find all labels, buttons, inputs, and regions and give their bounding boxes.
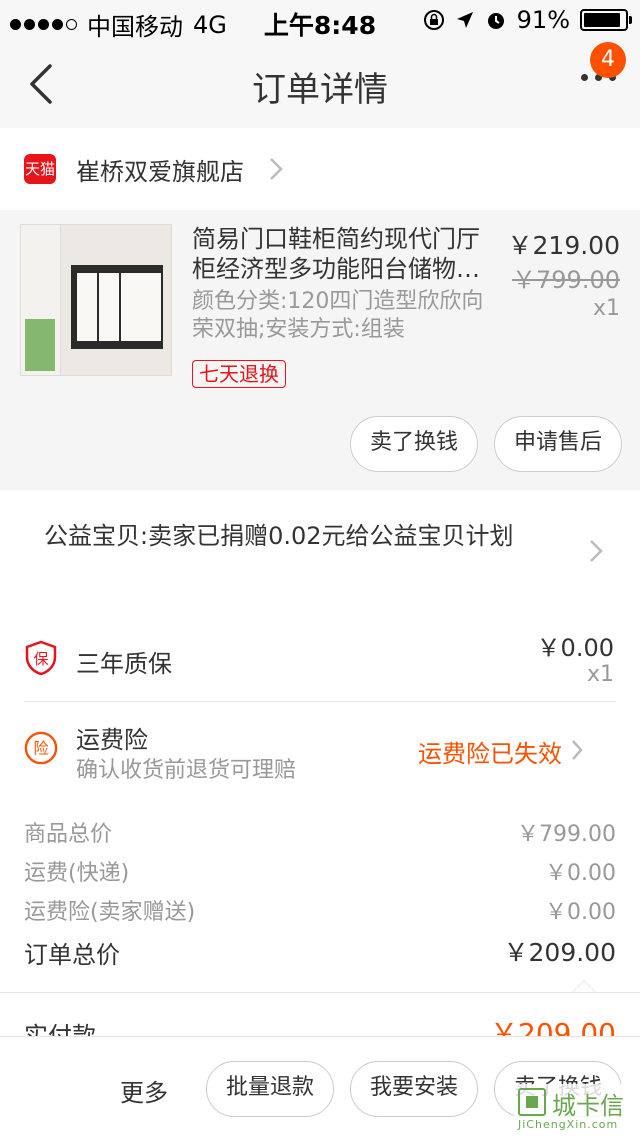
order-total-row: 订单总价 ￥209.00 (0, 927, 640, 973)
insurance-icon: 险 (24, 731, 58, 765)
watermark-logo-icon (518, 1088, 546, 1116)
insurance-icon-char: 险 (33, 740, 48, 758)
product-title[interactable]: 简易门口鞋柜简约现代门厅 柜经济型多功能阳台储物… (192, 224, 492, 284)
chevron-right-icon (572, 740, 583, 760)
shop-row[interactable]: 天猫 崔桥双爱旗舰店 (0, 128, 640, 210)
divider (0, 992, 640, 993)
summary-value: ￥0.00 (545, 900, 616, 925)
watermark-cn: 城卡信 (552, 1092, 624, 1120)
charity-text: 公益宝贝:卖家已捐赠0.02元给公益宝贝计划 (44, 522, 514, 550)
product-sku: 颜色分类:120四门造型欣欣向荣双抽;安装方式:组装 (192, 289, 484, 342)
summary-row: 运费(快递) ￥0.00 (0, 849, 640, 888)
order-total-label: 订单总价 (24, 941, 120, 969)
product-title-line1: 简易门口鞋柜简约现代门厅 (192, 225, 480, 253)
summary-row: 商品总价 ￥799.00 (0, 810, 640, 849)
return-policy-tag: 七天退换 (192, 360, 286, 388)
install-button[interactable]: 我要安装 (350, 1061, 478, 1117)
warranty-price: ￥0.00 (536, 634, 614, 662)
charity-row[interactable]: 公益宝贝:卖家已捐赠0.02元给公益宝贝计划 (0, 490, 640, 600)
summary-value: ￥799.00 (517, 822, 616, 847)
page-title: 订单详情 (252, 70, 388, 110)
warranty-label: 三年质保 (76, 650, 172, 678)
after-sale-button[interactable]: 申请售后 (494, 416, 622, 472)
shipping-insurance-row[interactable]: 险 运费险 确认收货前退货可理赔 运费险已失效 (0, 704, 640, 800)
alarm-icon (487, 13, 504, 29)
insurance-label: 运费险 (76, 726, 148, 754)
product-title-line2: 柜经济型多功能阳台储物… (192, 255, 480, 283)
item-price: ￥219.00 (507, 231, 620, 260)
item-quantity: x1 (592, 296, 620, 321)
status-bar: 中国移动 4G 上午8:48 91% (0, 0, 640, 41)
summary-label: 运费(快递) (24, 861, 130, 886)
product-image[interactable] (20, 224, 172, 376)
notification-badge: 4 (590, 42, 626, 78)
navigation-bar: 订单详情 4 (0, 40, 640, 128)
divider (24, 701, 616, 702)
rotation-lock-icon (423, 10, 444, 30)
sell-button[interactable]: 卖了换钱 (350, 416, 478, 472)
tmall-logo: 天猫 (24, 154, 56, 184)
shield-icon: 保 (25, 640, 57, 676)
item-original-price: ￥799.00 (512, 266, 620, 294)
battery-percent: 91% (516, 6, 570, 34)
warranty-quantity: x1 (586, 662, 614, 687)
summary-label: 商品总价 (24, 822, 113, 847)
batch-refund-button[interactable]: 批量退款 (206, 1061, 334, 1117)
warranty-icon-char: 保 (33, 650, 48, 668)
more-actions-button[interactable]: 更多 (120, 1073, 168, 1108)
chevron-right-icon (590, 540, 603, 562)
shop-name: 崔桥双爱旗舰店 (76, 158, 244, 186)
order-item[interactable]: 简易门口鞋柜简约现代门厅 柜经济型多功能阳台储物… 颜色分类:120四门造型欣欣… (0, 210, 640, 490)
warranty-row[interactable]: 保 三年质保 ￥0.00 x1 (0, 610, 640, 702)
summary-label: 运费险(卖家赠送) (24, 900, 196, 925)
battery-icon (580, 9, 632, 31)
site-watermark: 城卡信 JiChengXin.com (514, 1084, 632, 1132)
chevron-right-icon (270, 158, 283, 180)
watermark-en: JiChengXin.com (518, 1118, 619, 1131)
insurance-subtitle: 确认收货前退货可理赔 (76, 758, 297, 783)
caret-up-icon (572, 980, 596, 992)
price-summary: 商品总价 ￥799.00 运费(快递) ￥0.00 运费险(卖家赠送) ￥0.0… (0, 810, 640, 973)
summary-row: 运费险(卖家赠送) ￥0.00 (0, 888, 640, 927)
summary-value: ￥0.00 (545, 861, 616, 886)
order-total-value: ￥209.00 (503, 938, 616, 967)
location-arrow-icon (456, 12, 473, 28)
insurance-status: 运费险已失效 (418, 740, 562, 768)
